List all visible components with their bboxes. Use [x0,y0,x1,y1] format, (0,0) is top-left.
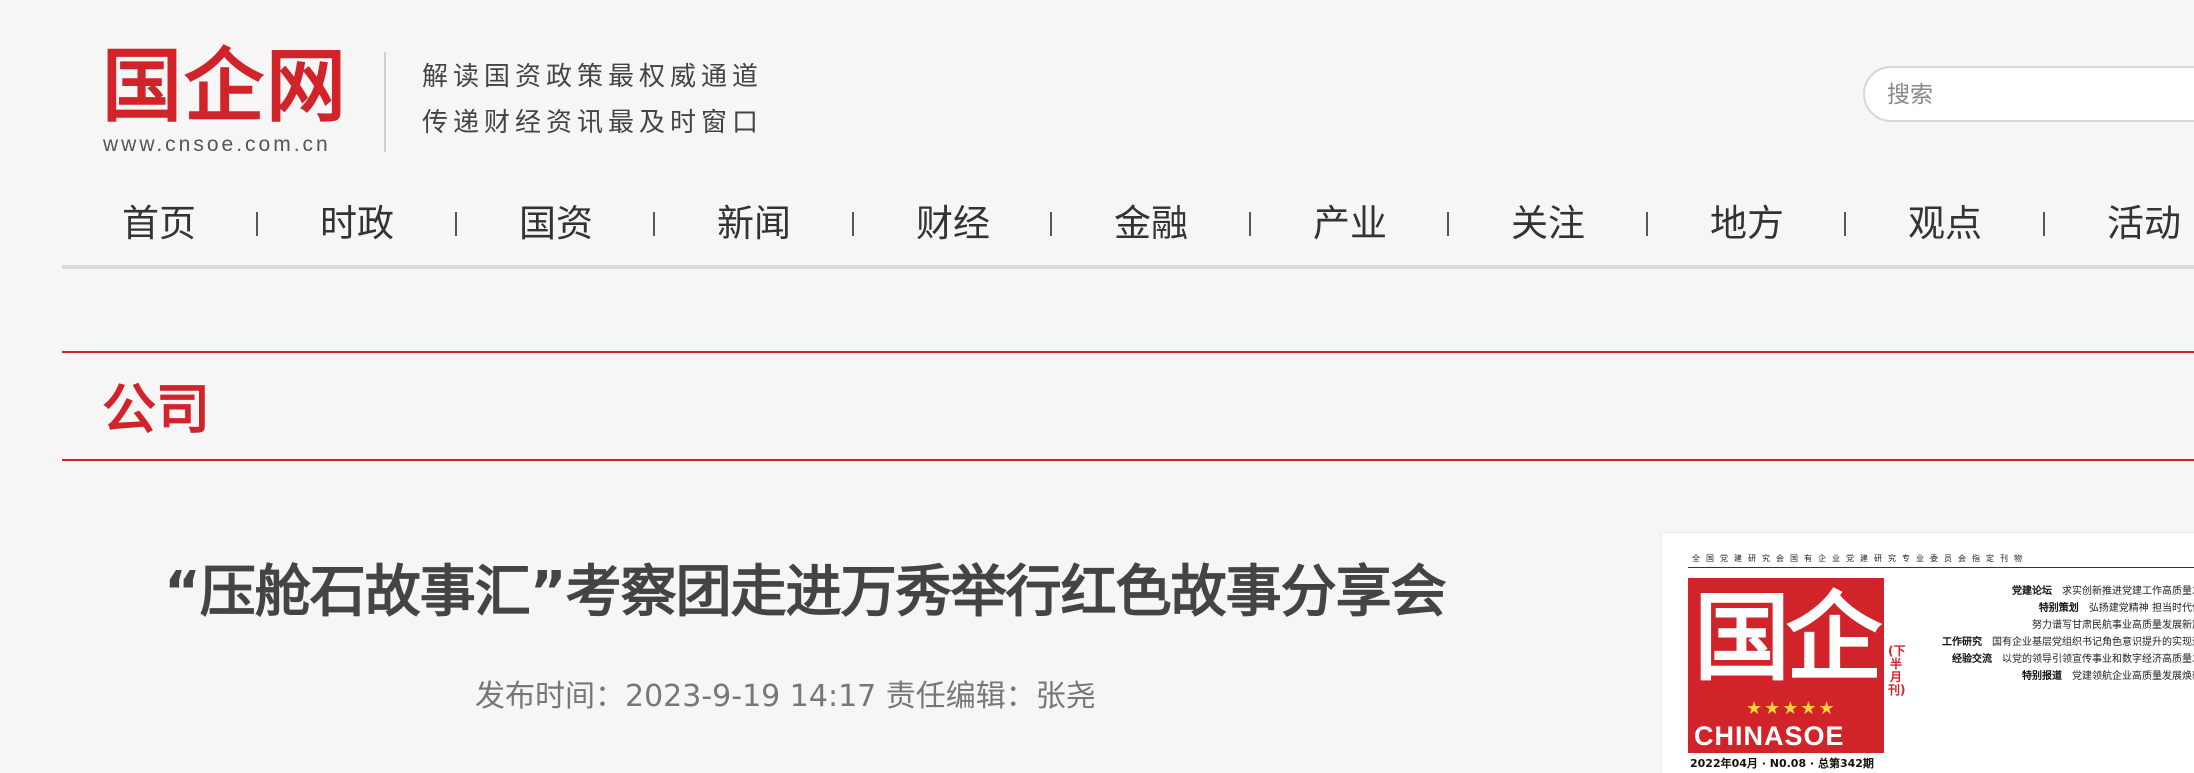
magazine-edition-label: (下半月刊) [1888,644,1906,697]
magazine-headline: 特别报道党建领航企业高质量发展焕新彩 [2022,671,2194,682]
nav-item-industry[interactable]: 产业 [1313,195,1387,253]
nav-separator [455,212,457,236]
magazine-top-line: 全国党建研究会国有企业党建研究专业委员会指定刊物 [1692,554,2028,563]
nav-separator [1646,212,1648,236]
magazine-headline: 特别策划弘扬建党精神 担当时代使命 [2038,603,2194,614]
magazine-headline: 党建论坛求实创新推进党建工作高质量发展 [2012,586,2194,597]
magazine-issue: 2022年04月 · N0.08 · 总第342期 [1690,757,1874,770]
nav-item-opinion[interactable]: 观点 [1908,195,1982,253]
nav-underline [62,265,2194,269]
nav-item-finance[interactable]: 财经 [916,195,990,253]
nav-item-events[interactable]: 活动 [2107,195,2181,253]
nav-item-state-assets[interactable]: 国资 [519,195,593,253]
section-rule-bottom [62,459,2194,461]
nav-item-focus[interactable]: 关注 [1511,195,1585,253]
nav-separator [1249,212,1251,236]
article-title: “压舱石故事汇”考察团走进万秀举行红色故事分享会 [164,560,1447,625]
magazine-logo-cn: 国企 [1694,582,1882,694]
magazine-rule [1688,567,2194,568]
nav-separator [256,212,258,236]
magazine-logo: 国企 ★★★★★ CHINASOE [1688,578,1884,753]
nav-item-politics[interactable]: 时政 [320,195,394,253]
nav-separator [1844,212,1846,236]
logo-divider [384,52,386,152]
nav-item-news[interactable]: 新闻 [717,195,791,253]
section-rule-top [62,351,2194,353]
nav-separator [1447,212,1449,236]
section-title[interactable]: 公司 [102,378,210,442]
nav-item-banking[interactable]: 金融 [1114,195,1188,253]
nav-separator [2043,212,2045,236]
slogan-line-2: 传递财经资讯最及时窗口 [422,108,764,138]
nav-item-local[interactable]: 地方 [1710,195,1784,253]
search-input[interactable] [1885,68,2189,122]
magazine-headline: 努力谱写甘肃民航事业高质量发展新篇章 [2032,620,2194,631]
nav-separator [653,212,655,236]
nav-separator [1050,212,1052,236]
article-meta: 发布时间：2023-9-19 14:17 责任编辑：张尧 [475,679,1096,714]
magazine-headlines: 党建论坛求实创新推进党建工作高质量发展 特别策划弘扬建党精神 担当时代使命 努力… [1912,583,2194,685]
stars-icon: ★★★★★ [1746,698,1837,719]
search-box[interactable] [1863,66,2194,122]
nav-item-home[interactable]: 首页 [122,195,196,253]
magazine-headline: 工作研究 国有企业基层党组织书记角色意识提升的实现途径 [1942,637,2194,648]
magazine-headline: 经验交流 以党的领导引领宣传事业和数字经济高质量发展 [1952,654,2194,665]
site-url: www.cnsoe.com.cn [103,133,331,156]
magazine-logo-en: CHINASOE [1694,721,1845,751]
magazine-cover[interactable]: 全国党建研究会国有企业党建研究专业委员会指定刊物 国企 ★★★★★ CHINAS… [1662,533,2194,773]
site-logo[interactable]: 国企网 [102,40,348,132]
main-nav: 首页 时政 国资 新闻 财经 金融 产业 关注 地方 观点 活动 [62,195,2194,253]
slogan-line-1: 解读国资政策最权威通道 [422,62,764,92]
nav-separator [852,212,854,236]
